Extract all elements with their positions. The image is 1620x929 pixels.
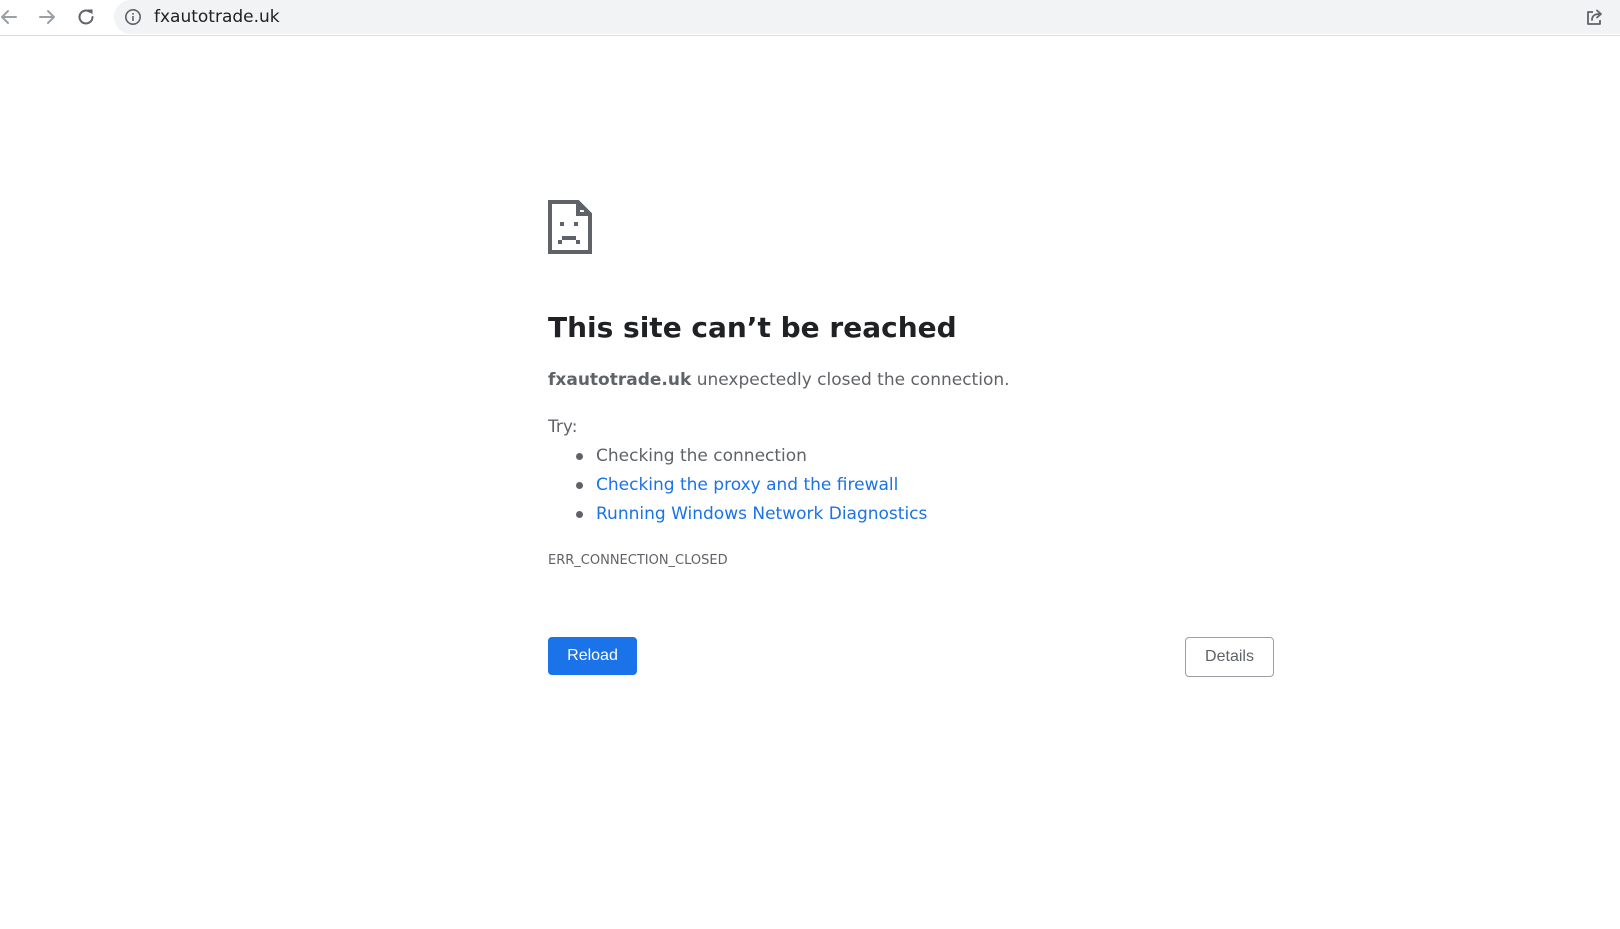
- error-host: fxautotrade.uk: [548, 370, 692, 390]
- share-icon[interactable]: [1584, 6, 1606, 28]
- bullet: [576, 511, 583, 518]
- url-text[interactable]: fxautotrade.uk: [154, 7, 280, 27]
- forward-button[interactable]: [34, 4, 60, 30]
- error-code: ERR_CONNECTION_CLOSED: [548, 553, 728, 568]
- suggestion-text: Checking the connection: [596, 446, 807, 466]
- try-label: Try:: [548, 417, 578, 437]
- reload-button[interactable]: Reload: [548, 637, 637, 675]
- reload-icon: [75, 6, 97, 28]
- arrow-right-icon: [36, 6, 58, 28]
- error-summary: fxautotrade.uk unexpectedly closed the c…: [548, 368, 1010, 392]
- details-button[interactable]: Details: [1185, 637, 1274, 677]
- suggestions-list: Checking the connection Checking the pro…: [548, 444, 927, 531]
- reload-toolbar-button[interactable]: [73, 4, 99, 30]
- suggestion-check-connection: Checking the connection: [548, 444, 927, 473]
- error-message: unexpectedly closed the connection.: [691, 370, 1010, 390]
- page-title: This site can’t be reached: [548, 311, 957, 344]
- bullet: [576, 482, 583, 489]
- browser-toolbar: fxautotrade.uk: [0, 0, 1620, 36]
- address-bar[interactable]: fxautotrade.uk: [114, 0, 1620, 34]
- suggestion-network-diagnostics: Running Windows Network Diagnostics: [548, 502, 927, 531]
- sad-page-icon: [548, 200, 592, 254]
- back-button[interactable]: [0, 4, 22, 30]
- info-circle-icon[interactable]: [124, 8, 142, 26]
- bullet: [576, 453, 583, 460]
- suggestion-check-proxy-firewall: Checking the proxy and the firewall: [548, 473, 927, 502]
- network-diagnostics-link[interactable]: Running Windows Network Diagnostics: [596, 504, 927, 524]
- proxy-firewall-link[interactable]: Checking the proxy and the firewall: [596, 475, 898, 495]
- arrow-left-icon: [0, 6, 20, 28]
